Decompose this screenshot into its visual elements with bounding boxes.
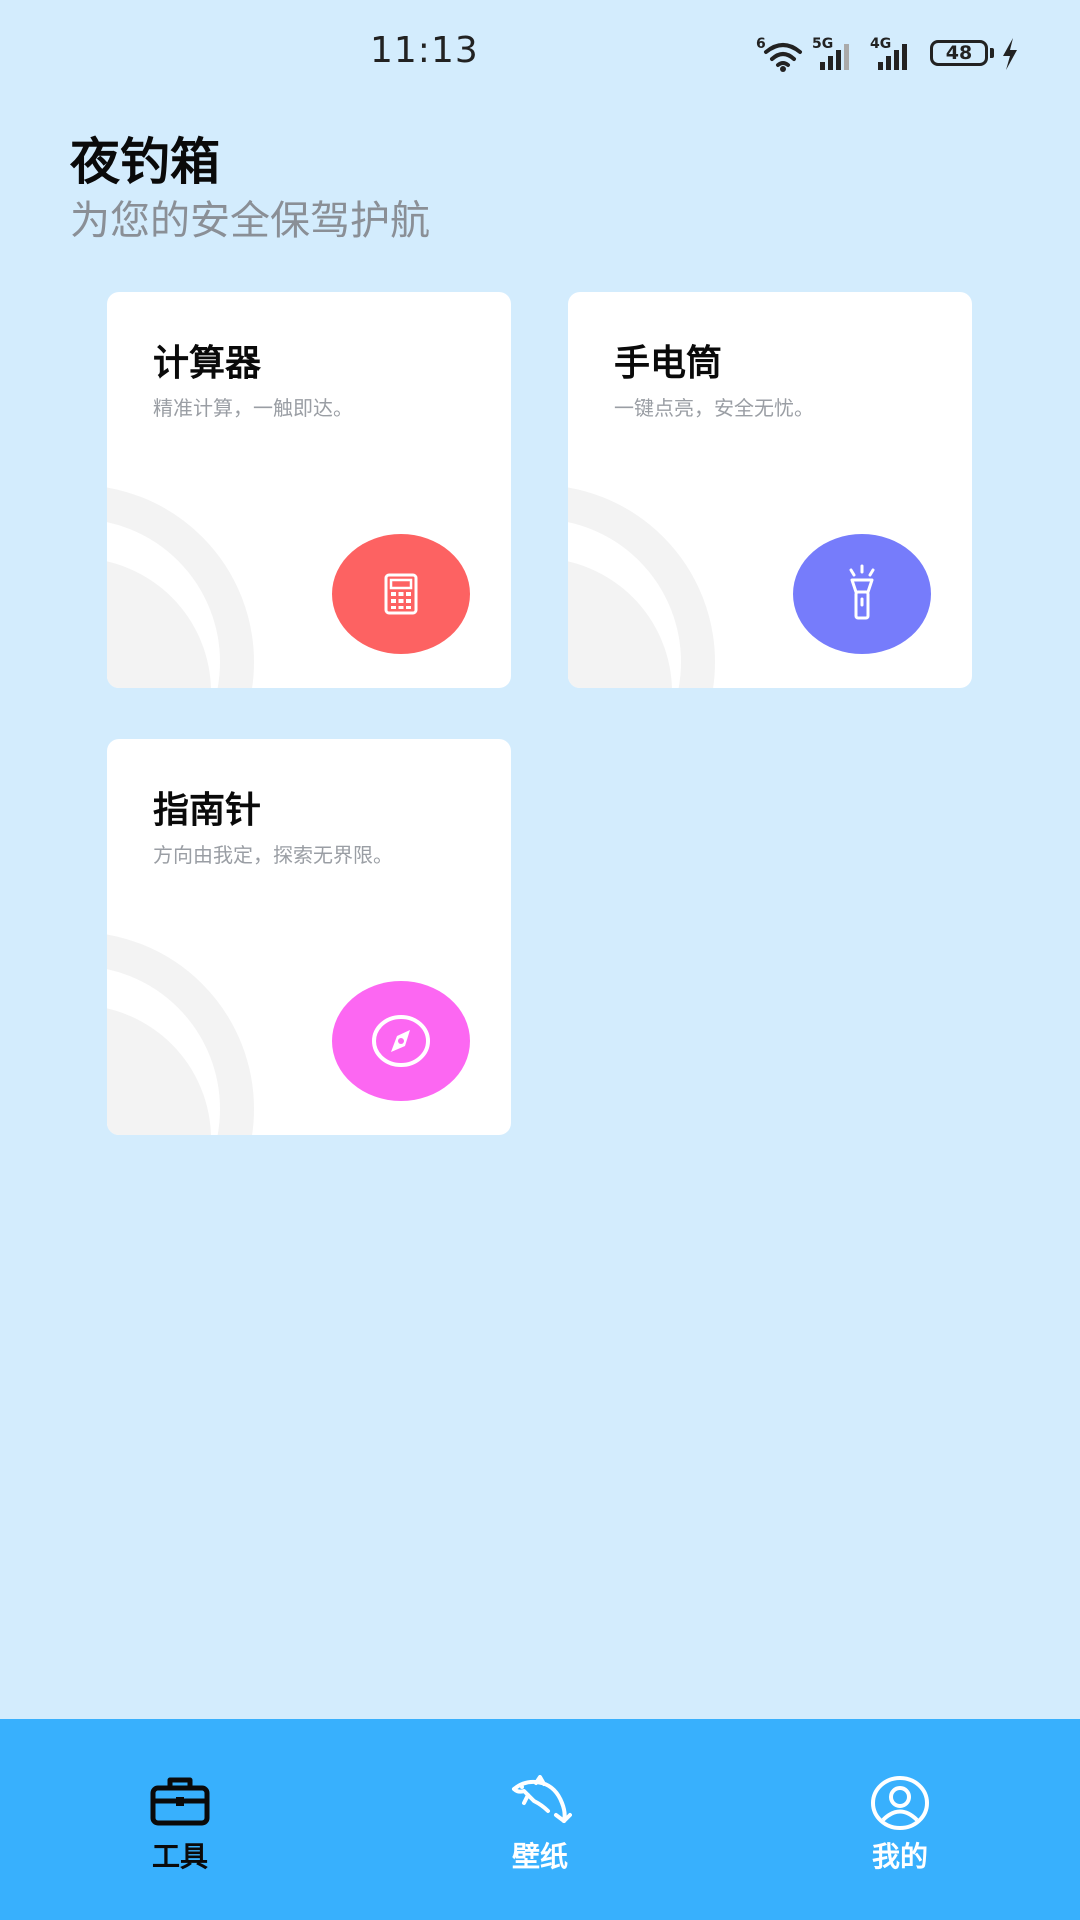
flashlight-button[interactable]: [793, 534, 931, 654]
compass-icon: [372, 1015, 430, 1067]
battery-nub: [990, 48, 994, 58]
signal-5g-icon: 5G: [812, 36, 849, 70]
calculator-card[interactable]: 计算器 精准计算，一触即达。: [107, 292, 511, 688]
compass-desc: 方向由我定，探索无界限。: [153, 843, 393, 867]
bottom-nav: 工具 壁纸 我的: [0, 1719, 1080, 1920]
nav-item-tools[interactable]: 工具: [100, 1775, 260, 1885]
status-time: 11:13: [370, 30, 479, 71]
app-title: 夜钓箱: [70, 133, 220, 191]
sim1-label: 5G: [812, 36, 833, 52]
nav-label-wallpaper: 壁纸: [511, 1840, 568, 1873]
wifi-label: 6: [756, 36, 766, 52]
compass-title: 指南针: [153, 790, 262, 831]
wifi-icon: 6: [756, 36, 802, 72]
dolphin-icon: [512, 1775, 572, 1823]
calculator-desc: 精准计算，一触即达。: [153, 396, 353, 420]
calculator-title: 计算器: [153, 343, 262, 384]
toolbox-icon: [150, 1777, 210, 1826]
sim2-label: 4G: [870, 36, 891, 52]
nav-item-me[interactable]: 我的: [820, 1775, 980, 1885]
flashlight-card[interactable]: 手电筒 一键点亮，安全无忧。: [568, 292, 972, 688]
flashlight-title: 手电筒: [614, 343, 723, 384]
battery-icon: 48: [930, 40, 988, 66]
calculator-icon: [384, 573, 418, 615]
user-icon: [871, 1776, 929, 1830]
signal-4g-icon: 4G: [870, 36, 907, 70]
calculator-button[interactable]: [332, 534, 470, 654]
compass-card[interactable]: 指南针 方向由我定，探索无界限。: [107, 739, 511, 1135]
status-bar: 11:13 6 5G 4G 48: [0, 0, 1080, 110]
app-subtitle: 为您的安全保驾护航: [70, 198, 430, 244]
charging-icon: [1003, 38, 1017, 70]
nav-label-me: 我的: [871, 1840, 928, 1873]
flashlight-desc: 一键点亮，安全无忧。: [614, 396, 814, 420]
nav-label-tools: 工具: [151, 1840, 208, 1873]
nav-item-wallpaper[interactable]: 壁纸: [460, 1775, 620, 1885]
status-icons: 6 5G 4G 48: [756, 34, 1026, 74]
compass-button[interactable]: [332, 981, 470, 1101]
flashlight-icon: [849, 564, 875, 620]
